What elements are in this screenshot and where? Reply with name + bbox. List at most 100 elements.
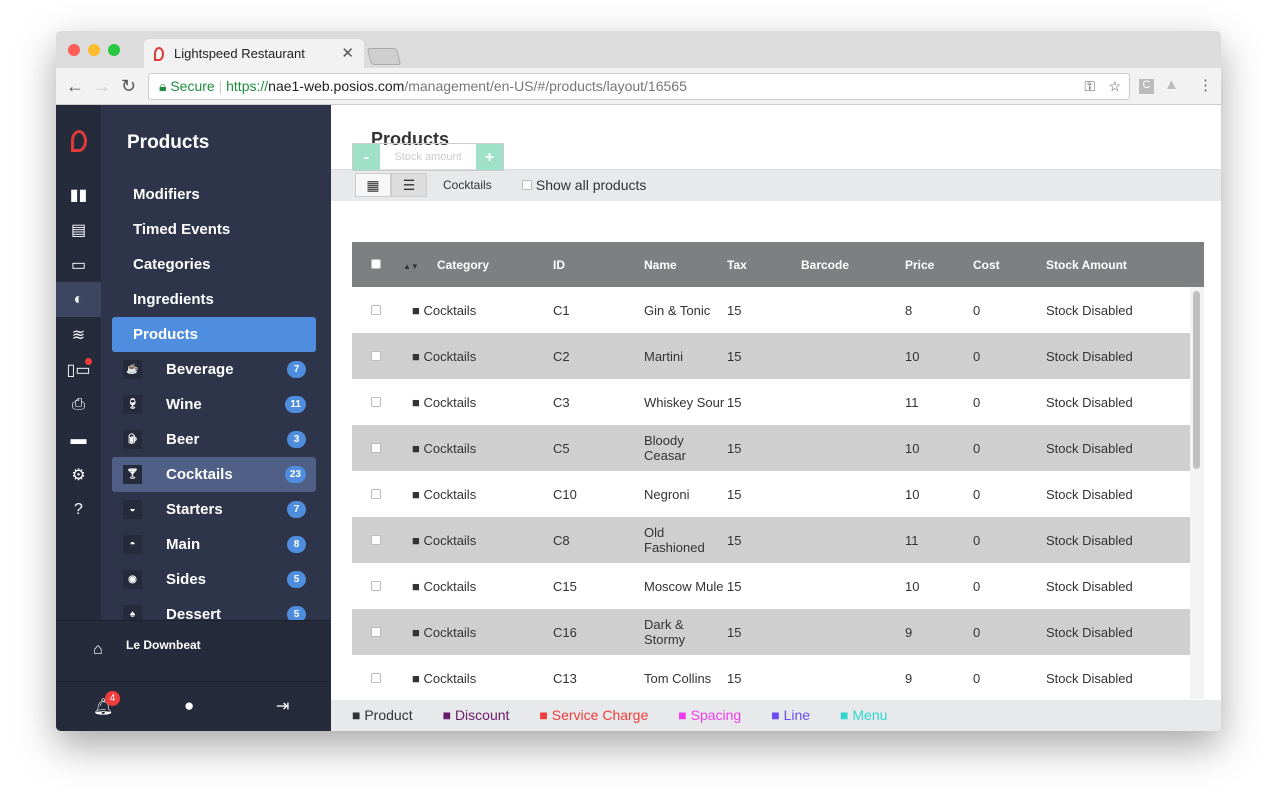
cell-id: C10	[553, 486, 577, 502]
category-item[interactable]: ◓ Main 8	[112, 527, 316, 562]
category-item[interactable]: 🍺︎ Beer 3	[112, 422, 316, 457]
extension-c-icon[interactable]: C	[1139, 79, 1154, 94]
category-icon: ◓	[123, 535, 142, 554]
table-row[interactable]: ■ Cocktails C8 Old Fashioned 15 11 0 Stock Dis…	[352, 517, 1204, 563]
sidebar-item-timed-events[interactable]: Timed Events	[112, 212, 316, 247]
row-checkbox[interactable]	[371, 580, 381, 591]
cell-name: Tom Collins	[644, 670, 712, 686]
row-checkbox[interactable]	[371, 396, 381, 407]
address-bar[interactable]: 🔒︎ Secure | https://nae1-web.posios.com/…	[148, 73, 1130, 100]
help-icon[interactable]: ?	[56, 492, 101, 527]
row-checkbox[interactable]	[371, 442, 381, 453]
browser-tab[interactable]: Lightspeed Restaurant ✕	[144, 39, 364, 69]
category-item[interactable]: 🍷︎ Wine 11	[112, 387, 316, 422]
category-label: Starters	[166, 501, 223, 518]
cell-cost: 0	[973, 394, 981, 410]
reports-icon[interactable]: ▮▮	[56, 177, 101, 212]
cell-id: C5	[537, 425, 604, 471]
header-tax[interactable]: Tax	[727, 242, 801, 287]
row-checkbox[interactable]	[371, 626, 381, 637]
close-window-button[interactable]	[68, 44, 80, 56]
dining-icon[interactable]: ◐	[56, 282, 101, 317]
category-item[interactable]: ◉ Sides 5	[112, 562, 316, 597]
legend-item: ■ Product	[352, 707, 413, 723]
minimize-window-button[interactable]	[88, 44, 100, 56]
cell-stock: Stock Disabled	[1046, 670, 1133, 686]
gear-icon[interactable]: ⚙	[56, 457, 101, 492]
row-checkbox[interactable]	[371, 672, 381, 683]
star-icon[interactable]: ☆	[1108, 74, 1121, 99]
row-checkbox[interactable]	[371, 488, 381, 499]
id-card-icon[interactable]: ▭	[56, 247, 101, 282]
sidebar-item-products[interactable]: Products	[112, 317, 316, 352]
category-item[interactable]: 🍸︎ Cocktails 23	[112, 457, 316, 492]
layers-icon[interactable]: ≋	[56, 317, 101, 352]
stock-amount-input[interactable]: Stock amount	[380, 144, 476, 170]
header-id[interactable]: ID	[537, 242, 604, 287]
clipboard-icon[interactable]: ▤	[56, 212, 101, 247]
current-category: Cocktails	[443, 178, 492, 192]
stock-increase-button[interactable]: +	[476, 144, 503, 170]
category-item[interactable]: ☕ Beverage 7	[112, 352, 316, 387]
back-icon[interactable]: ←	[66, 76, 84, 97]
cell-name: Dark & Stormy	[604, 609, 727, 655]
cell-price: 11	[905, 394, 919, 410]
menu-kebab-icon[interactable]: ⋮	[1198, 76, 1213, 94]
sidebar-item-ingredients[interactable]: Ingredients	[112, 282, 316, 317]
stock-decrease-button[interactable]: -	[353, 144, 380, 170]
forward-icon[interactable]: →	[93, 76, 111, 97]
logout-icon[interactable]: ⇥	[276, 696, 289, 716]
card-icon[interactable]: ▬	[56, 422, 101, 457]
table-row[interactable]: ■ Cocktails C5 Bloody Ceasar 15 10 0 Stock Dis…	[352, 425, 1204, 471]
row-checkbox[interactable]	[371, 534, 381, 545]
table-row[interactable]: ■ Cocktails C2 Martini 15 10 0 Stock Disabled	[352, 333, 1204, 379]
printer-icon[interactable]: ⎙	[56, 387, 101, 422]
sidebar-item-modifiers[interactable]: Modifiers	[112, 177, 316, 212]
sidebar-item-categories[interactable]: Categories	[112, 247, 316, 282]
count-badge: 5	[287, 571, 306, 588]
reload-icon[interactable]: ↻	[121, 76, 136, 97]
table-row[interactable]: ■ Cocktails C16 Dark & Stormy 15 9 0 Stock Dis…	[352, 609, 1204, 655]
select-all-checkbox[interactable]	[371, 258, 381, 269]
sort-icon[interactable]: ▲▼	[403, 262, 419, 271]
new-tab-button[interactable]	[366, 48, 402, 65]
cell-cost: 0	[973, 302, 981, 318]
header-price[interactable]: Price	[887, 242, 957, 287]
table-row[interactable]: ■ Cocktails C10 Negroni 15 10 0 Stock Disabled	[352, 471, 1204, 517]
drive-extension-icon[interactable]: ▲	[1164, 76, 1179, 93]
list-view-button[interactable]: ☰	[391, 173, 427, 197]
key-icon[interactable]: ⚿	[1084, 74, 1095, 99]
cell-id: C13	[553, 670, 577, 686]
header-name[interactable]: Name	[604, 242, 727, 287]
header-stock-amount[interactable]: Stock Amount	[1020, 242, 1204, 287]
category-item[interactable]: ◒ Starters 7	[112, 492, 316, 527]
location-panel[interactable]: ⌂ Le Downbeat	[56, 620, 331, 681]
cell-category: ■ Cocktails	[381, 609, 537, 655]
devices-icon[interactable]: ▯▭	[56, 352, 101, 387]
count-badge: 11	[285, 396, 306, 413]
cell-price: 10	[887, 425, 957, 471]
user-icon[interactable]: ●	[184, 696, 194, 716]
table-row[interactable]: ■ Cocktails C15 Moscow Mule 15 10 0 Stock Disa…	[352, 563, 1204, 609]
cell-barcode	[801, 609, 887, 655]
header-barcode[interactable]: Barcode	[801, 242, 887, 287]
cell-price: 9	[887, 609, 957, 655]
row-checkbox[interactable]	[371, 304, 381, 315]
table-scrollbar[interactable]	[1190, 287, 1204, 699]
table-row[interactable]: ■ Cocktails C3 Whiskey Sour 15 11 0 Stock Disa…	[352, 379, 1204, 425]
header-category[interactable]: Category	[437, 242, 537, 287]
grid-view-button[interactable]: ▦	[355, 173, 391, 197]
lock-icon: 🔒︎	[159, 78, 171, 94]
close-tab-icon[interactable]: ✕	[341, 39, 354, 69]
maximize-window-button[interactable]	[108, 44, 120, 56]
cell-cost: 0	[957, 333, 1020, 379]
show-all-checkbox[interactable]: Show all products	[522, 177, 646, 193]
cell-stock: Stock Disabled	[1046, 394, 1133, 410]
header-cost[interactable]: Cost	[957, 242, 1020, 287]
cell-tax: 15	[727, 333, 801, 379]
cell-category: ■ Cocktails	[412, 302, 477, 318]
cell-barcode	[801, 471, 887, 517]
table-row[interactable]: ■ Cocktails C1 Gin & Tonic 15 8 0 Stock Disabl…	[352, 287, 1204, 333]
row-checkbox[interactable]	[371, 350, 381, 361]
table-row[interactable]: ■ Cocktails C13 Tom Collins 15 9 0 Stock Disab…	[352, 655, 1204, 701]
